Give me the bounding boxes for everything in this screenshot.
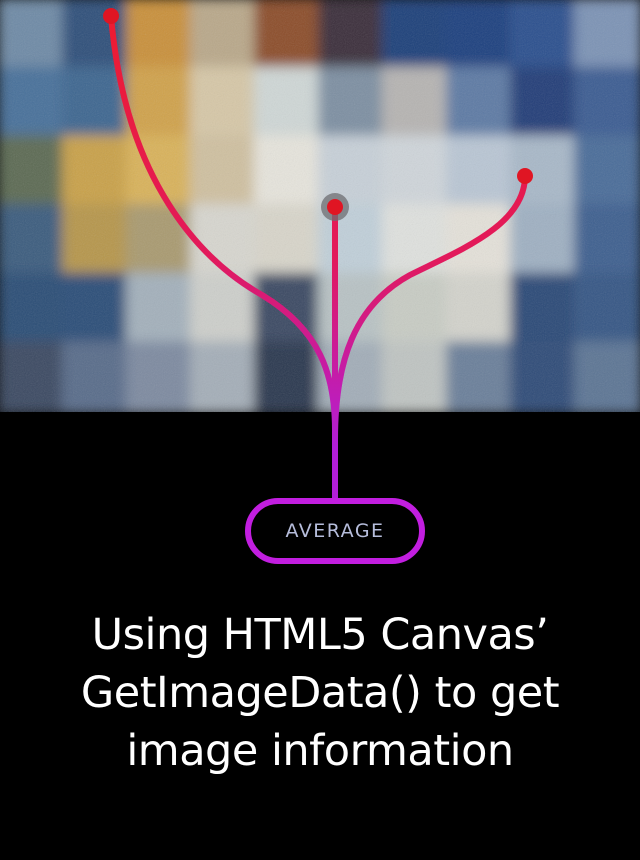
average-badge: AVERAGE (245, 498, 425, 564)
caption-line-1: Using HTML5 Canvas’ (91, 610, 549, 660)
sample-point-left (103, 8, 119, 24)
caption-title: Using HTML5 Canvas’ GetImageData() to ge… (0, 606, 640, 780)
caption-line-2: GetImageData() to get (80, 668, 560, 718)
sample-point-right (517, 168, 533, 184)
sample-line-right (332, 173, 528, 503)
sample-point-center (327, 199, 343, 215)
caption-line-3: image information (126, 726, 514, 776)
average-label: AVERAGE (285, 520, 385, 542)
sample-line-left (108, 13, 338, 503)
